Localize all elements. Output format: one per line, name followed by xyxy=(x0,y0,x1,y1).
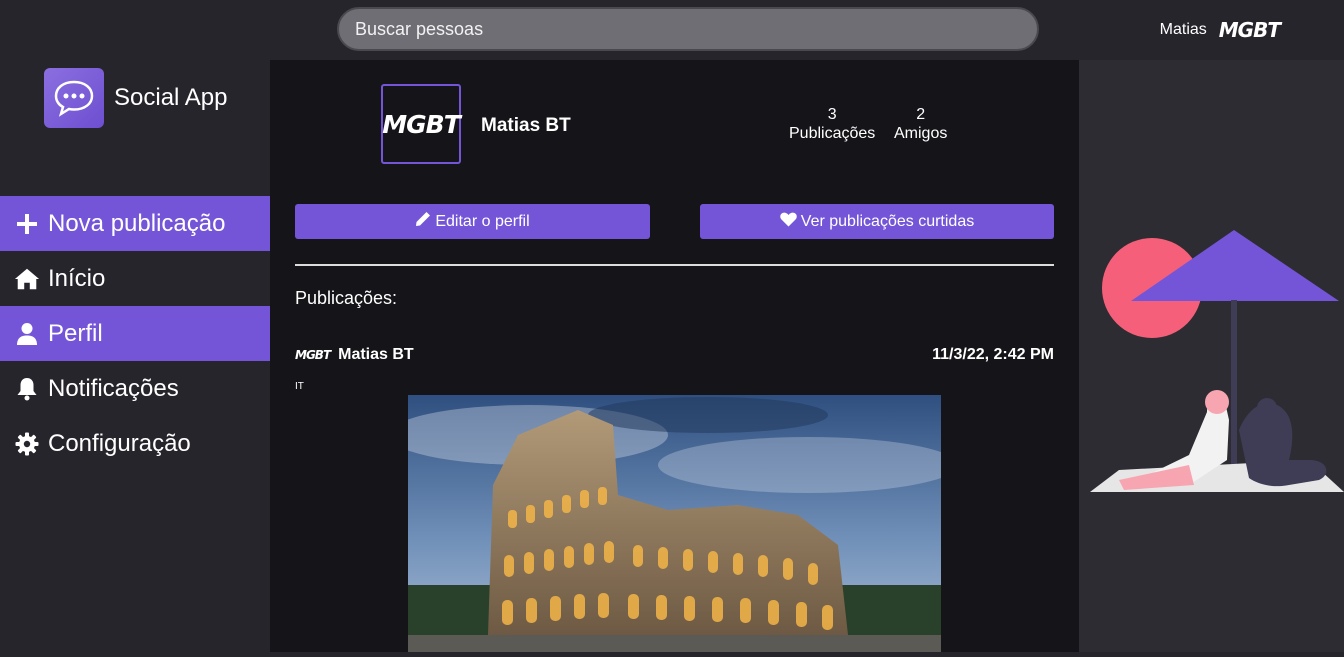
sidebar-nav: Nova publicação Início Perfil Notificaçõ… xyxy=(0,196,270,471)
profile-name: Matias BT xyxy=(481,115,571,136)
friends-label: Amigos xyxy=(894,125,948,142)
profile-avatar[interactable]: MGBT xyxy=(381,84,461,164)
search-input[interactable] xyxy=(337,7,1039,51)
friends-count: 2 xyxy=(916,106,926,123)
sidebar-item-notifications[interactable]: Notificações xyxy=(0,361,270,416)
posts-count: 3 xyxy=(827,106,837,123)
main-content: MGBT Matias BT 3 Publicações 2 Amigos Ed… xyxy=(270,60,1079,652)
posts-label: Publicações xyxy=(789,125,876,142)
post-header: MGBT Matias BT 11/3/22, 2:42 PM xyxy=(295,345,1054,365)
liked-posts-button[interactable]: Ver publicações curtidas xyxy=(700,204,1054,239)
post-image-colosseum[interactable] xyxy=(408,395,941,652)
plus-icon xyxy=(14,211,40,237)
friends-stat[interactable]: 2 Amigos xyxy=(894,105,947,143)
home-icon xyxy=(14,266,40,292)
bell-icon xyxy=(14,376,40,402)
post-text: IT xyxy=(295,381,304,392)
app-name: Social App xyxy=(114,84,228,111)
edit-profile-label: Editar o perfil xyxy=(435,212,530,230)
user-logo: MGBT xyxy=(1218,18,1281,42)
user-name: Matias xyxy=(1159,21,1207,38)
top-bar: Matias MGBT xyxy=(0,0,1344,60)
heart-icon xyxy=(780,212,797,232)
posts-stat[interactable]: 3 Publicações xyxy=(789,105,875,143)
sidebar-item-profile[interactable]: Perfil xyxy=(0,306,270,361)
sidebar-item-new-post[interactable]: Nova publicação xyxy=(0,196,270,251)
user-menu[interactable]: Matias MGBT xyxy=(1159,18,1281,42)
brand[interactable]: Social App xyxy=(44,68,227,128)
right-panel xyxy=(1079,60,1344,652)
sidebar-item-label: Perfil xyxy=(48,319,103,347)
edit-profile-button[interactable]: Editar o perfil xyxy=(295,204,650,239)
post-date: 11/3/22, 2:42 PM xyxy=(932,346,1054,363)
beach-umbrella-illustration xyxy=(1090,230,1344,492)
sidebar-item-label: Nova publicação xyxy=(48,209,226,237)
user-icon xyxy=(14,321,40,347)
chat-bubble-icon xyxy=(44,68,104,128)
pencil-icon xyxy=(415,211,431,232)
sidebar-item-label: Configuração xyxy=(48,429,191,457)
sidebar-item-settings[interactable]: Configuração xyxy=(0,416,270,471)
profile-avatar-logo: MGBT xyxy=(382,109,461,139)
divider xyxy=(295,264,1054,266)
sidebar: Social App Nova publicação Início Perfil… xyxy=(0,60,270,652)
sidebar-item-home[interactable]: Início xyxy=(0,251,270,306)
sidebar-item-label: Notificações xyxy=(48,374,179,402)
gear-icon xyxy=(14,431,40,457)
posts-section-title: Publicações: xyxy=(295,288,398,308)
post-author[interactable]: Matias BT xyxy=(338,346,414,364)
sidebar-item-label: Início xyxy=(48,264,106,292)
liked-posts-label: Ver publicações curtidas xyxy=(800,212,975,230)
post-author-avatar[interactable]: MGBT xyxy=(295,348,331,362)
